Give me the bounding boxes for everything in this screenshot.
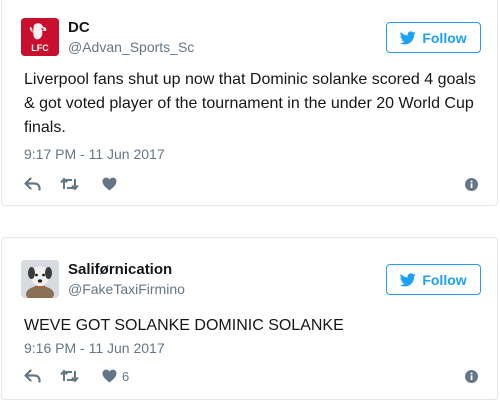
display-name[interactable]: Saliførnication (68, 261, 172, 278)
tweet-card: Saliførnication @FakeTaxiFirmino Follow … (1, 237, 498, 400)
reply-button[interactable] (24, 367, 41, 385)
heart-icon (102, 177, 117, 191)
tweet-timestamp[interactable]: 9:16 PM - 11 Jun 2017 (24, 340, 165, 356)
reply-button[interactable] (24, 175, 41, 193)
retweet-button[interactable] (60, 175, 79, 193)
retweet-icon (60, 177, 79, 191)
follow-label: Follow (422, 29, 467, 46)
user-handle[interactable]: @Advan_Sports_Sc (68, 39, 194, 55)
follow-button[interactable]: Follow (386, 264, 481, 295)
liverpool-crest-icon: LFC (21, 18, 59, 56)
avatar[interactable] (21, 260, 59, 298)
avatar[interactable]: LFC (21, 18, 59, 56)
dog-avatar-icon (21, 260, 59, 298)
tweet-text: Liverpool fans shut up now that Dominic … (24, 71, 476, 136)
tweet-card: LFC DC @Advan_Sports_Sc Follow Liverpool… (1, 0, 498, 206)
twitter-bird-icon (400, 272, 417, 286)
reply-icon (24, 177, 41, 191)
heart-icon (102, 369, 117, 383)
user-handle[interactable]: @FakeTaxiFirmino (68, 281, 185, 297)
twitter-bird-icon (400, 30, 417, 44)
info-icon[interactable] (465, 370, 478, 383)
info-icon[interactable] (465, 178, 478, 191)
retweet-icon (60, 369, 79, 383)
avatar-crest-text: LFC (31, 43, 49, 53)
reply-icon (24, 369, 41, 383)
like-button[interactable]: 6 (102, 367, 129, 385)
tweet-text: WEVE GOT SOLANKE DOMINIC SOLANKE (24, 317, 344, 334)
follow-label: Follow (422, 271, 467, 288)
follow-button[interactable]: Follow (386, 22, 481, 53)
display-name[interactable]: DC (68, 19, 90, 36)
like-button[interactable] (102, 175, 122, 193)
like-count: 6 (122, 368, 130, 384)
tweet-timestamp[interactable]: 9:17 PM - 11 Jun 2017 (24, 146, 165, 162)
retweet-button[interactable] (60, 367, 79, 385)
